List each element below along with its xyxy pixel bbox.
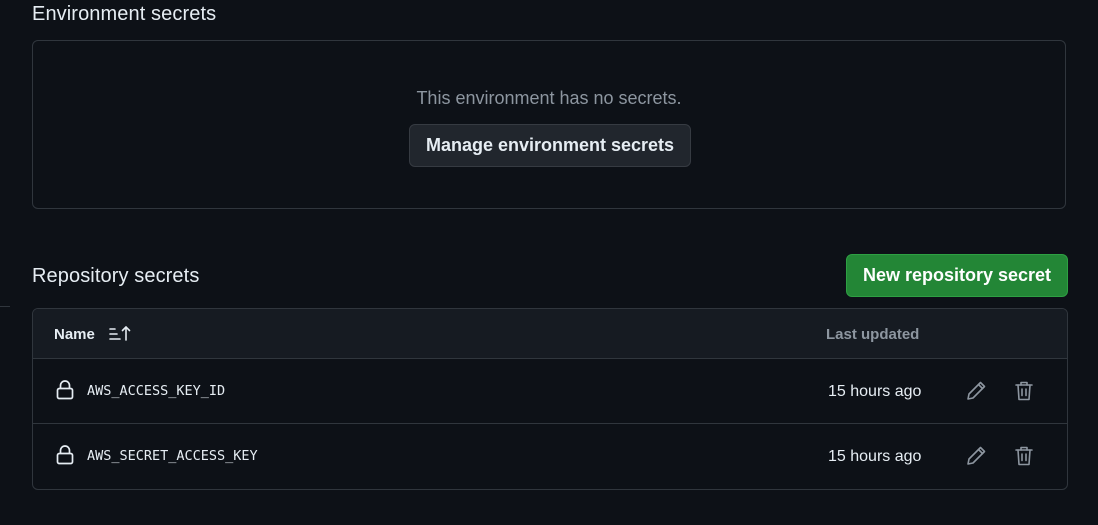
environment-empty-message: This environment has no secrets.: [416, 88, 682, 108]
lock-icon: [55, 444, 75, 466]
last-updated: 15 hours ago: [828, 383, 922, 400]
table-row: AWS_SECRET_ACCESS_KEY 15 hours ago: [33, 424, 1067, 489]
table-header: Name Last updated: [33, 309, 1067, 359]
sort-ascending-icon[interactable]: [108, 325, 132, 343]
environment-secrets-title: Environment secrets: [32, 3, 217, 25]
lock-icon: [55, 379, 75, 401]
new-repository-secret-button[interactable]: New repository secret: [846, 254, 1068, 297]
environment-secrets-panel: This environment has no secrets. Manage …: [32, 40, 1066, 209]
repository-secrets-title: Repository secrets: [32, 265, 200, 287]
column-header-last-updated: Last updated: [826, 326, 920, 343]
column-header-name: Name: [54, 326, 95, 343]
trash-icon[interactable]: [1012, 444, 1036, 468]
table-row: AWS_ACCESS_KEY_ID 15 hours ago: [33, 359, 1067, 424]
divider: [0, 306, 10, 307]
secret-name: AWS_ACCESS_KEY_ID: [87, 383, 226, 399]
manage-environment-secrets-button[interactable]: Manage environment secrets: [409, 124, 691, 167]
trash-icon[interactable]: [1012, 379, 1036, 403]
repository-secrets-table: Name Last updated AWS_ACCESS_KEY_ID 15 h…: [32, 308, 1068, 490]
secrets-page: Environment secrets This environment has…: [0, 0, 1098, 525]
secret-name: AWS_SECRET_ACCESS_KEY: [87, 448, 258, 464]
last-updated: 15 hours ago: [828, 448, 922, 465]
pencil-icon[interactable]: [964, 444, 988, 468]
pencil-icon[interactable]: [964, 379, 988, 403]
